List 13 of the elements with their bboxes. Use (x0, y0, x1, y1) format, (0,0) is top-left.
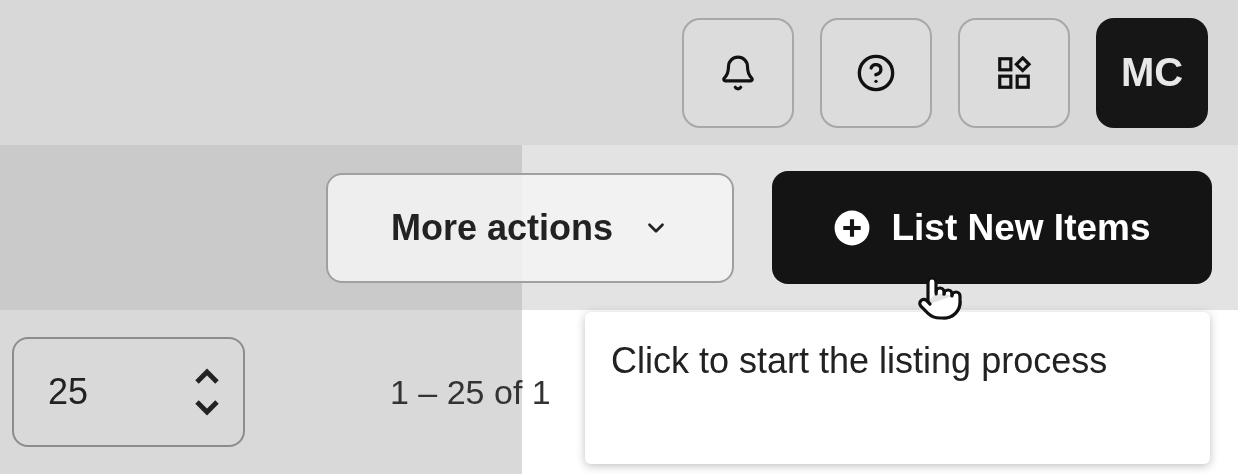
shapes-icon (995, 53, 1033, 92)
tooltip: Click to start the listing process (585, 312, 1210, 464)
pagination-range: 1 – 25 of 1 (390, 372, 551, 412)
apps-button[interactable] (958, 17, 1070, 128)
list-new-items-button[interactable]: List New Items (772, 171, 1212, 284)
bell-icon (719, 53, 757, 92)
plus-circle-icon (833, 208, 872, 247)
notifications-button[interactable] (682, 17, 794, 128)
more-actions-button[interactable]: More actions (326, 172, 734, 283)
help-button[interactable] (820, 17, 932, 128)
page-size-select[interactable]: 25 (12, 337, 245, 447)
help-icon (856, 52, 896, 93)
user-avatar[interactable]: MC (1096, 17, 1208, 128)
